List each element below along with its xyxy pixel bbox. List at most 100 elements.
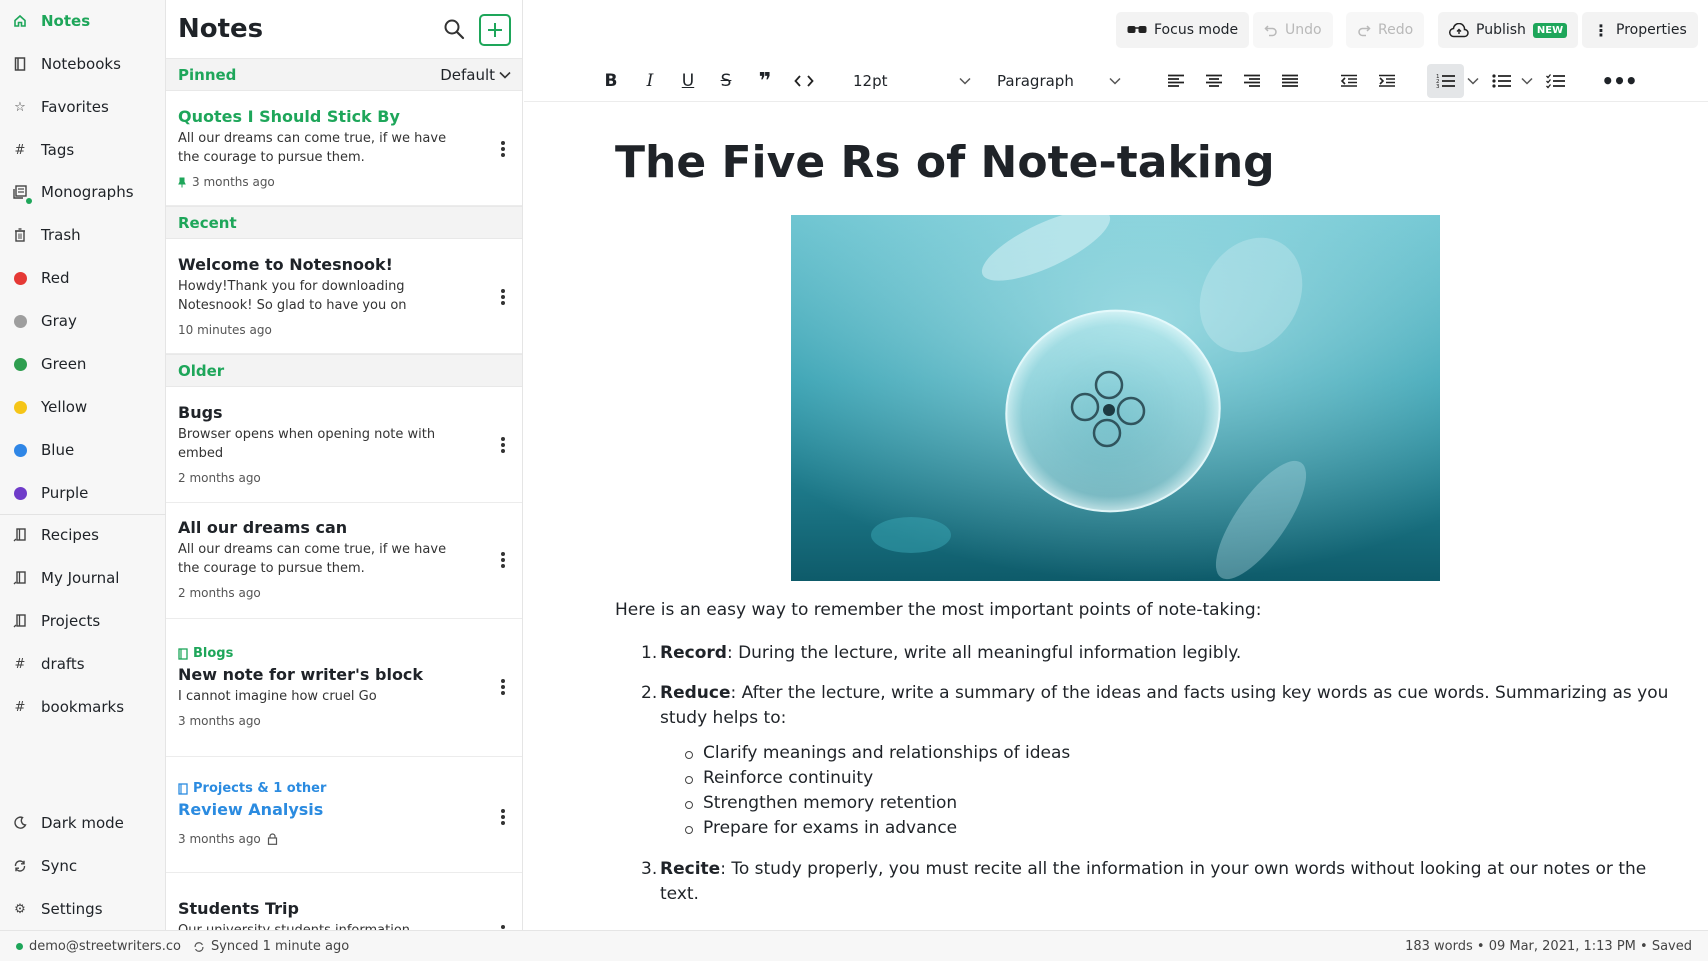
note-menu-button[interactable]	[495, 923, 511, 930]
note-menu-button[interactable]	[495, 550, 511, 570]
note-item[interactable]: All our dreams can All our dreams can co…	[166, 503, 522, 619]
note-item[interactable]: Bugs Browser opens when opening note wit…	[166, 388, 522, 503]
note-menu-button[interactable]	[495, 287, 511, 307]
sidebar-item-label: Favorites	[41, 98, 109, 116]
note-item[interactable]: Welcome to Notesnook! Howdy!Thank you fo…	[166, 240, 522, 354]
checklist-button[interactable]	[1544, 64, 1568, 98]
list-item[interactable]: 3. Recite: To study properly, you must r…	[641, 857, 1646, 882]
document-title[interactable]: The Five Rs of Note-taking	[615, 137, 1275, 188]
sidebar-item-color-blue[interactable]: Blue	[0, 431, 166, 469]
ordered-list-button[interactable]: 123	[1427, 64, 1464, 98]
sidebar-item-label: Notebooks	[41, 55, 121, 73]
note-item[interactable]: Blogs New note for writer's block I cann…	[166, 619, 522, 757]
sub-list-item[interactable]: Reinforce continuity	[684, 768, 873, 788]
ordered-list-options-button[interactable]	[1466, 64, 1480, 98]
more-tools-icon[interactable]: •••	[1601, 64, 1637, 98]
outdent-button[interactable]	[1337, 64, 1361, 98]
note-item[interactable]: Projects & 1 other Review Analysis 3 mon…	[166, 757, 522, 873]
sidebar-item-dark-mode[interactable]: Dark mode	[0, 804, 166, 842]
properties-button[interactable]: ⋮ Properties	[1582, 12, 1698, 48]
sidebar-item-settings[interactable]: ⚙ Settings	[0, 890, 166, 928]
block-type-dropdown[interactable]: Paragraph	[997, 64, 1125, 98]
formatting-toolbar: B I U S ❞ 12pt Paragraph 1 2 3 •••	[524, 60, 1708, 102]
align-left-button[interactable]	[1164, 64, 1188, 98]
account-email[interactable]: demo@streetwriters.co	[29, 939, 181, 954]
document-info: 183 words • 09 Mar, 2021, 1:13 PM • Save…	[1405, 939, 1692, 954]
note-menu-button[interactable]	[495, 677, 511, 697]
align-right-button[interactable]	[1240, 64, 1264, 98]
search-icon[interactable]	[442, 17, 468, 43]
notebook-shortcut-icon	[12, 527, 28, 543]
sidebar-item-monographs[interactable]: Monographs	[0, 173, 166, 211]
list-item[interactable]: 2. Reduce: After the lecture, write a su…	[641, 681, 1668, 706]
sub-list-item[interactable]: Clarify meanings and relationships of id…	[684, 743, 1070, 763]
sidebar-item-color-gray[interactable]: Gray	[0, 302, 166, 340]
sidebar-item-recipes[interactable]: Recipes	[0, 516, 166, 554]
bold-button[interactable]: B	[599, 64, 623, 98]
notebook-icon	[12, 56, 28, 72]
lock-icon	[267, 833, 277, 845]
sidebar-item-favorites[interactable]: ☆ Favorites	[0, 88, 166, 126]
strikethrough-button[interactable]: S	[714, 64, 738, 98]
status-left: demo@streetwriters.co Synced 1 minute ag…	[16, 939, 349, 954]
align-center-button[interactable]	[1202, 64, 1226, 98]
sub-list-item[interactable]: Prepare for exams in advance	[684, 818, 957, 838]
online-status-dot	[16, 943, 23, 950]
intro-paragraph[interactable]: Here is an easy way to remember the most…	[615, 600, 1261, 620]
note-item[interactable]: Quotes I Should Stick By All our dreams …	[166, 92, 522, 206]
focus-mode-button[interactable]: Focus mode	[1116, 12, 1250, 48]
redo-label: Redo	[1378, 22, 1414, 38]
undo-button[interactable]: Undo	[1253, 12, 1333, 48]
publish-button[interactable]: Publish NEW	[1438, 12, 1579, 48]
bullet-list-options-button[interactable]	[1520, 64, 1534, 98]
sidebar-item-tags[interactable]: # Tags	[0, 131, 166, 169]
sidebar-item-color-yellow[interactable]: Yellow	[0, 388, 166, 426]
note-title: Review Analysis	[178, 800, 324, 819]
note-preview: Browser opens when opening note with emb…	[178, 427, 436, 461]
chevron-down-icon	[1521, 77, 1533, 85]
sidebar-item-color-red[interactable]: Red	[0, 259, 166, 297]
italic-button[interactable]: I	[638, 64, 662, 98]
blockquote-button[interactable]: ❞	[753, 64, 777, 98]
sidebar-item-sync[interactable]: Sync	[0, 847, 166, 885]
sidebar-item-color-purple[interactable]: Purple	[0, 474, 166, 512]
sidebar-item-projects[interactable]: Projects	[0, 602, 166, 640]
sidebar-item-notebooks[interactable]: Notebooks	[0, 45, 166, 83]
green-color-dot	[12, 356, 28, 372]
underline-button[interactable]: U	[676, 64, 700, 98]
sidebar-item-color-green[interactable]: Green	[0, 345, 166, 383]
sort-dropdown[interactable]: Default	[440, 66, 511, 84]
add-note-button[interactable]	[479, 14, 511, 46]
trash-icon	[12, 227, 28, 243]
sidebar-item-my-journal[interactable]: My Journal	[0, 559, 166, 597]
sidebar-item-notes[interactable]: Notes	[0, 2, 166, 40]
chevron-down-icon	[1109, 77, 1121, 85]
svg-text:3: 3	[1436, 84, 1440, 89]
indent-button[interactable]	[1375, 64, 1399, 98]
sidebar-item-bookmarks[interactable]: # bookmarks	[0, 688, 166, 726]
align-justify-button[interactable]	[1278, 64, 1302, 98]
sidebar-item-trash[interactable]: Trash	[0, 216, 166, 254]
bullet-list-button[interactable]	[1490, 64, 1514, 98]
font-size-value: 12pt	[853, 72, 888, 90]
note-menu-button[interactable]	[495, 139, 511, 159]
font-size-dropdown[interactable]: 12pt	[853, 64, 975, 98]
list-number: 2.	[641, 683, 658, 703]
sidebar-item-label: Recipes	[41, 526, 99, 544]
chevron-down-icon	[499, 71, 511, 79]
redo-button[interactable]: Redo	[1346, 12, 1425, 48]
note-date: 3 months ago	[178, 832, 261, 846]
code-button[interactable]	[791, 64, 817, 98]
sub-list-item[interactable]: Strengthen memory retention	[684, 793, 957, 813]
list-item[interactable]: 1. Record: During the lecture, write all…	[641, 641, 1241, 666]
outdent-icon	[1340, 74, 1357, 87]
note-item[interactable]: Students Trip Our university students in…	[166, 873, 522, 930]
note-menu-button[interactable]	[495, 435, 511, 455]
section-header-recent: Recent	[166, 206, 522, 239]
focus-mode-label: Focus mode	[1154, 22, 1239, 38]
note-menu-button[interactable]	[495, 807, 511, 827]
sidebar-item-drafts[interactable]: # drafts	[0, 645, 166, 683]
sync-status[interactable]: Synced 1 minute ago	[211, 939, 349, 954]
document-content[interactable]: The Five Rs of Note-taking Here is an ea…	[524, 103, 1708, 930]
notes-list-panel: Notes Pinned Default Quotes I Should Sti…	[166, 0, 523, 930]
